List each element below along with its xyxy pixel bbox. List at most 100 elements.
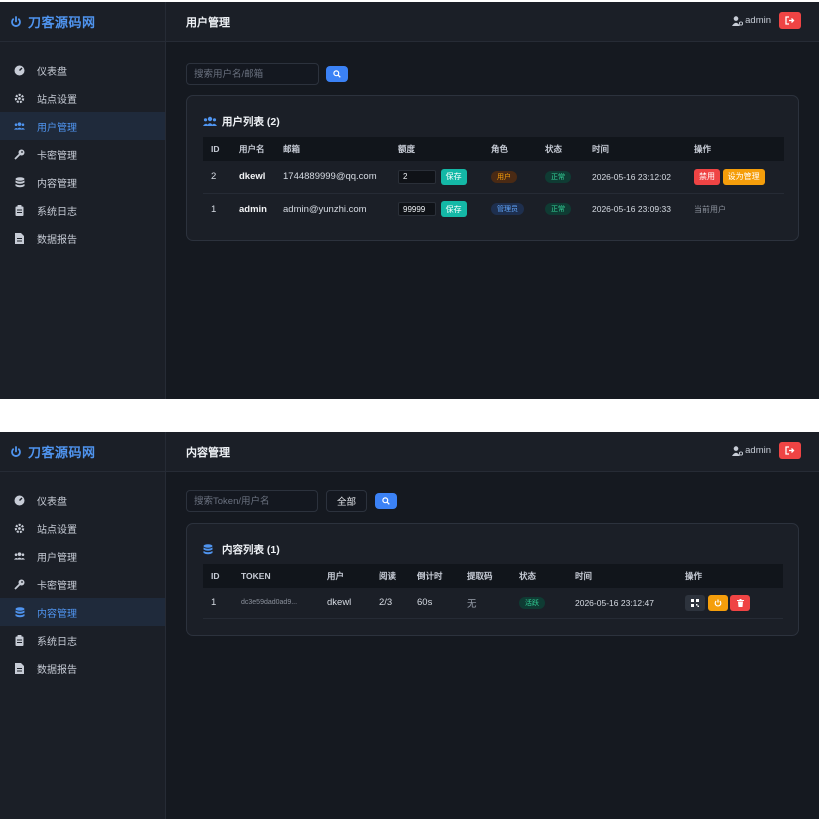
power-icon — [11, 445, 21, 457]
search-button[interactable] — [375, 493, 398, 509]
card-header: 内容列表 (1) — [203, 540, 280, 558]
trash-icon — [736, 598, 744, 607]
user-gear-icon — [732, 15, 744, 26]
cell-quota: 保存 — [390, 193, 483, 225]
qrcode-icon — [691, 598, 699, 607]
set-admin-button[interactable]: 设为管理 — [722, 168, 765, 185]
cell-role: 用户 — [483, 161, 537, 193]
sidebar: 刀客源码网 仪表盘 站点设置 用户管理 卡密管理 内容管理 系统日志 数据报告 — [0, 2, 166, 399]
ban-button[interactable]: 禁用 — [694, 168, 720, 185]
reset-button[interactable] — [707, 594, 728, 611]
search-icon — [333, 70, 341, 78]
table-header-row: ID TOKEN 用户 阅读 倒计时 提取码 状态 时间 操作 — [203, 564, 783, 588]
database-icon — [14, 606, 25, 618]
user-table-wrap: ID 用户名 邮箱 额度 角色 状态 时间 操作 2 dkewl 1744889 — [203, 137, 784, 225]
search-icon — [382, 497, 390, 505]
sidebar-item-card-keys[interactable]: 卡密管理 — [0, 140, 165, 168]
sidebar-item-content[interactable]: 内容管理 — [0, 598, 165, 626]
sidebar-item-site-settings[interactable]: 站点设置 — [0, 84, 165, 112]
delete-button[interactable] — [730, 594, 751, 611]
column-header: ID — [211, 144, 220, 154]
sidebar-item-users[interactable]: 用户管理 — [0, 112, 165, 140]
cell-reads: 2/3 — [379, 597, 393, 609]
sidebar-item-users[interactable]: 用户管理 — [0, 542, 165, 570]
sidebar-item-system-logs[interactable]: 系统日志 — [0, 626, 165, 654]
card-title: 内容列表 (1) — [222, 543, 280, 556]
cell-status: 活跃 — [511, 588, 567, 618]
sidebar-item-label: 站点设置 — [37, 524, 77, 536]
gear-icon — [14, 523, 25, 534]
qrcode-button[interactable] — [685, 594, 705, 611]
user-table: ID 用户名 邮箱 额度 角色 状态 时间 操作 2 dkewl 1744889 — [203, 137, 784, 225]
table-row: 1 admin admin@yunzhi.com 保存 管理员 正常 2026-… — [203, 193, 784, 225]
search-button[interactable] — [326, 66, 348, 82]
column-header: TOKEN — [241, 571, 271, 581]
role-badge: 管理员 — [491, 203, 524, 216]
dashboard-icon — [14, 495, 25, 506]
brand-name: 刀客源码网 — [28, 445, 96, 460]
cell-username: admin — [239, 203, 267, 215]
content-list-card: 内容列表 (1) ID TOKEN 用户 阅读 倒计时 提取码 状态 时间 操作 — [186, 523, 799, 636]
content-management-panel: 刀客源码网 仪表盘 站点设置 用户管理 卡密管理 内容管理 系统日志 数据报告 … — [0, 432, 819, 819]
sidebar-item-dashboard[interactable]: 仪表盘 — [0, 56, 165, 84]
users-icon — [14, 551, 25, 562]
search-input[interactable] — [186, 490, 318, 512]
search-bar — [186, 63, 348, 85]
file-icon — [14, 232, 25, 244]
page-title: 内容管理 — [186, 446, 230, 459]
sidebar-item-label: 系统日志 — [37, 636, 77, 648]
admin-name[interactable]: admin — [745, 445, 771, 456]
sidebar-item-system-logs[interactable]: 系统日志 — [0, 196, 165, 224]
sidebar-item-label: 用户管理 — [37, 122, 77, 134]
cell-actions: 禁用 设为管理 — [686, 161, 784, 193]
power-icon — [11, 15, 21, 27]
save-button[interactable]: 保存 — [440, 201, 467, 218]
sidebar-item-label: 内容管理 — [37, 178, 77, 190]
table-row: 2 dkewl 1744889999@qq.com 保存 用户 正常 2026-… — [203, 161, 784, 193]
user-gear-icon — [732, 445, 744, 456]
quota-input[interactable] — [398, 202, 436, 217]
cell-email: 1744889999@qq.com — [283, 171, 377, 183]
brand[interactable]: 刀客源码网 — [0, 432, 165, 472]
logout-button[interactable] — [779, 12, 801, 29]
column-header: 额度 — [398, 144, 416, 154]
gear-icon — [14, 93, 25, 104]
clipboard-icon — [14, 204, 25, 216]
cell-countdown: 60s — [417, 597, 433, 609]
sign-out-icon — [785, 446, 795, 455]
sidebar-item-dashboard[interactable]: 仪表盘 — [0, 486, 165, 514]
sidebar-item-site-settings[interactable]: 站点设置 — [0, 514, 165, 542]
logout-button[interactable] — [779, 442, 801, 459]
quota-input[interactable] — [398, 169, 436, 184]
user-menu: admin — [732, 12, 801, 29]
sidebar-item-label: 内容管理 — [37, 608, 77, 620]
search-input[interactable] — [186, 63, 319, 85]
sidebar-item-content[interactable]: 内容管理 — [0, 168, 165, 196]
status-badge: 正常 — [545, 203, 571, 216]
column-header: 用户名 — [239, 144, 265, 154]
sidebar-item-label: 系统日志 — [37, 206, 77, 218]
cell-user: dkewl — [327, 597, 352, 609]
column-header: 操作 — [685, 571, 703, 581]
user-menu: admin — [732, 442, 801, 459]
brand[interactable]: 刀客源码网 — [0, 2, 165, 42]
database-icon — [203, 543, 217, 555]
sidebar-nav: 仪表盘 站点设置 用户管理 卡密管理 内容管理 系统日志 数据报告 — [0, 42, 165, 252]
user-list-card: 用户列表 (2) ID 用户名 邮箱 额度 角色 状态 时间 操作 2 dkew… — [186, 95, 799, 241]
cell-time: 2026-05-16 23:12:47 — [575, 597, 654, 608]
sidebar-item-data-reports[interactable]: 数据报告 — [0, 654, 165, 682]
power-icon — [714, 599, 722, 607]
sidebar-item-label: 卡密管理 — [37, 580, 77, 592]
column-header: 角色 — [491, 144, 509, 154]
column-header: 提取码 — [467, 571, 493, 581]
sidebar-item-label: 仪表盘 — [37, 66, 67, 78]
search-bar: 全部 — [186, 490, 398, 512]
save-button[interactable]: 保存 — [440, 168, 467, 185]
sidebar-item-card-keys[interactable]: 卡密管理 — [0, 570, 165, 598]
status-filter-select[interactable]: 全部 — [326, 490, 368, 512]
cell-status: 正常 — [537, 161, 584, 193]
cell-status: 正常 — [537, 193, 584, 225]
admin-name[interactable]: admin — [745, 15, 771, 26]
sidebar-item-data-reports[interactable]: 数据报告 — [0, 224, 165, 252]
cell-quota: 保存 — [390, 161, 483, 193]
